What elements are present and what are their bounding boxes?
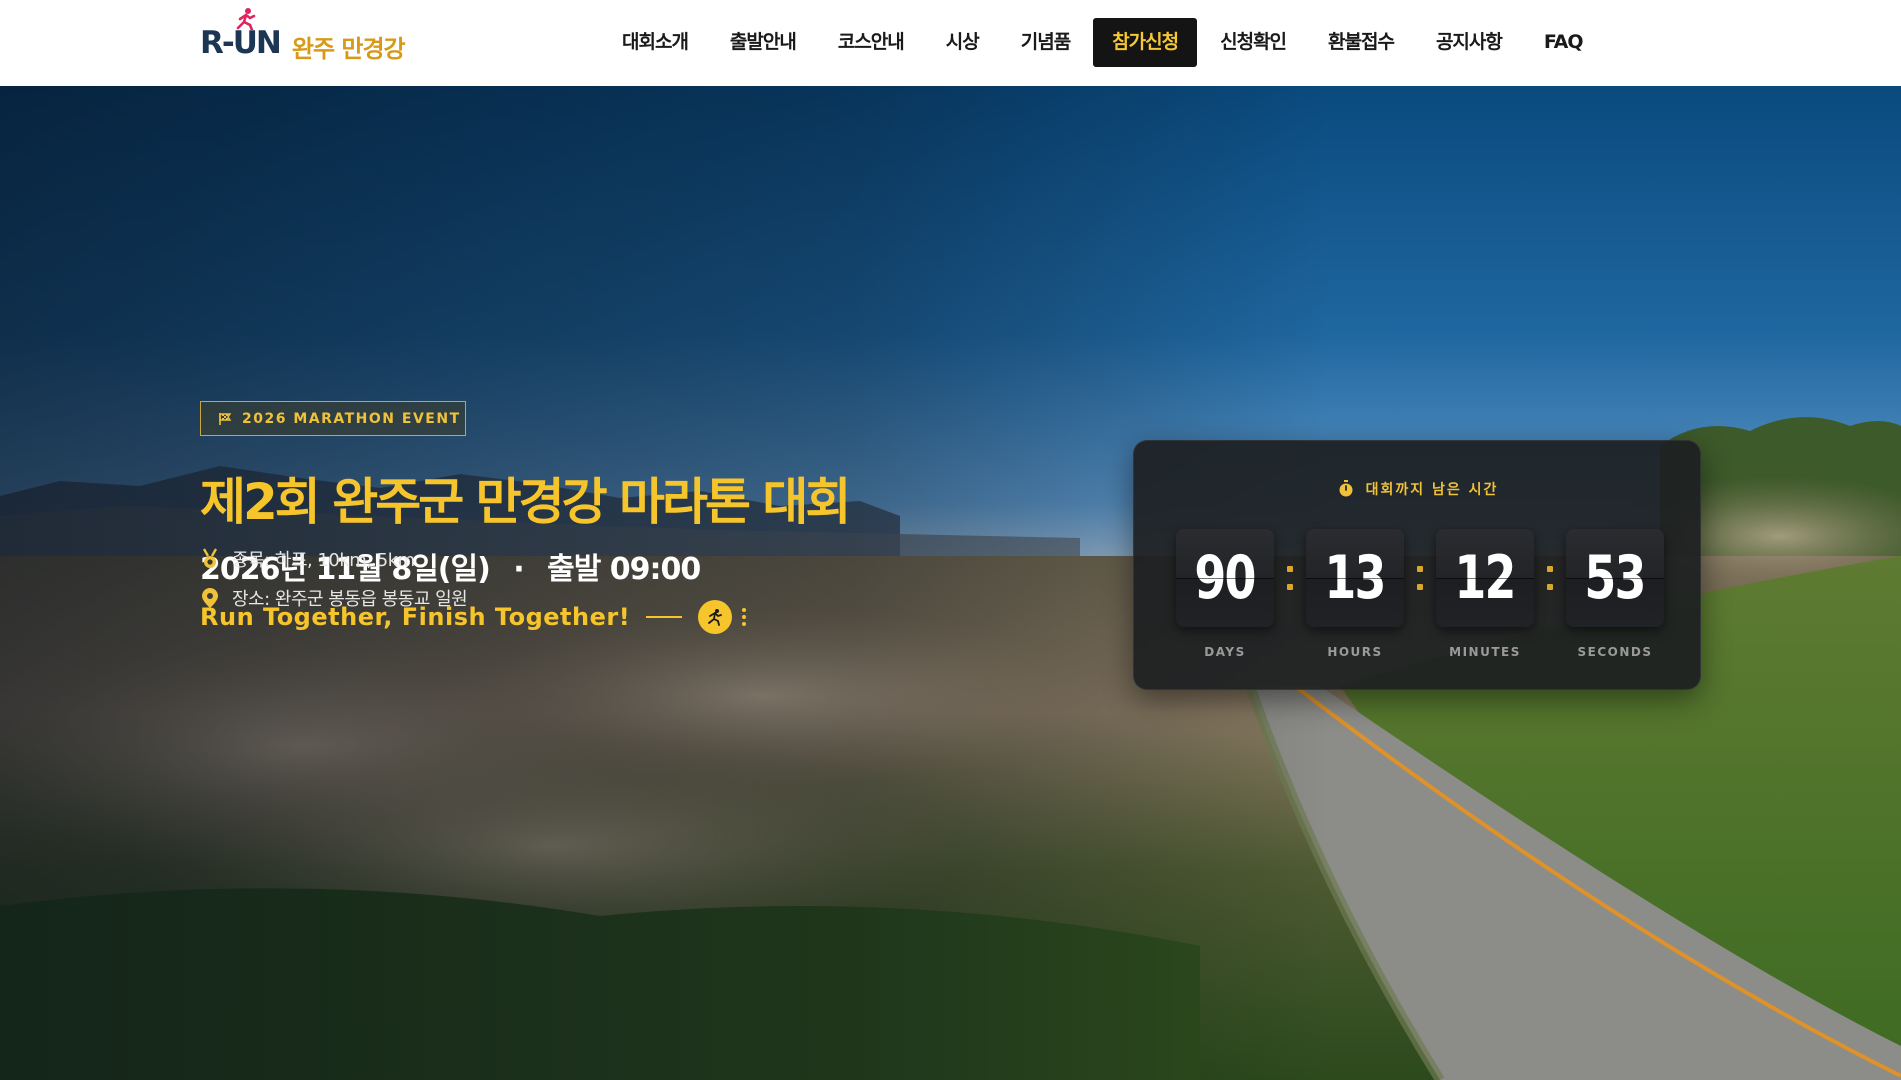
start-time: 출발 09:00: [547, 552, 701, 587]
nav-item-register[interactable]: 참가신청: [1093, 18, 1198, 67]
slogan-line: [646, 616, 683, 618]
stopwatch-icon: [1339, 480, 1353, 497]
location-info-text: 장소: 완주군 봉동읍 봉동교 일원: [232, 589, 468, 610]
main-nav: 대회소개 출발안내 코스안내 시상 기념품 참가신청 신청확인 환불접수 공지사…: [601, 18, 1604, 67]
flag-icon: [219, 412, 232, 425]
map-pin-icon: [202, 588, 218, 608]
countdown-minutes-label: MINUTES: [1449, 645, 1521, 659]
medal-icon: [202, 548, 218, 568]
countdown-days-value: 90: [1194, 543, 1257, 613]
countdown-minutes-box: 12: [1436, 529, 1534, 627]
countdown-seconds-box: 53: [1566, 529, 1664, 627]
countdown-label-text: 대회까지 남은 시간: [1365, 482, 1499, 498]
countdown-days-label: DAYS: [1204, 645, 1246, 659]
hero-title: 제2회 완주군 만경강 마라톤 대회: [200, 473, 851, 531]
nav-item-about[interactable]: 대회소개: [601, 18, 709, 67]
nav-item-notice[interactable]: 공지사항: [1415, 18, 1523, 67]
logo-text: 완주 만경강: [291, 34, 406, 63]
event-badge: 2026 MARATHON EVENT: [200, 401, 466, 436]
nav-item-check-registration[interactable]: 신청확인: [1199, 18, 1307, 67]
countdown-separator: [1280, 529, 1300, 627]
event-info-text: 종목: 하프, 10km, 5km: [232, 550, 415, 571]
nav-item-faq[interactable]: FAQ: [1523, 18, 1604, 67]
site-logo[interactable]: R-UN 완주 만경강: [200, 7, 406, 70]
event-badge-text: 2026 MARATHON EVENT: [242, 410, 461, 427]
event-info-row: 종목: 하프, 10km, 5km: [200, 546, 415, 572]
nav-item-course[interactable]: 코스안내: [817, 18, 925, 67]
countdown-minutes-value: 12: [1454, 543, 1517, 613]
logo-mark: R-UN: [200, 7, 282, 61]
nav-item-awards[interactable]: 시상: [925, 18, 1000, 67]
countdown-panel: 대회까지 남은 시간 90 DAYS 13 HOURS 12 MINUTES 5…: [1133, 440, 1701, 690]
countdown-hours-label: HOURS: [1327, 645, 1383, 659]
countdown-days: 90 DAYS: [1176, 529, 1274, 659]
site-header: R-UN 완주 만경강 대회소개 출발안내 코스안내 시상 기념품 참가신청 신…: [0, 0, 1901, 86]
countdown-hours-box: 13: [1306, 529, 1404, 627]
runner-icon: [698, 600, 733, 634]
slogan-dots: [742, 608, 747, 626]
nav-item-start-guide[interactable]: 출발안내: [709, 18, 817, 67]
countdown-minutes: 12 MINUTES: [1436, 529, 1534, 659]
location-info-row: 장소: 완주군 봉동읍 봉동교 일원: [200, 585, 468, 611]
logo-mark-text: R-UN: [200, 24, 282, 61]
countdown-separator: [1540, 529, 1560, 627]
countdown-separator: [1410, 529, 1430, 627]
countdown-seconds-label: SECONDS: [1577, 645, 1653, 659]
countdown-days-box: 90: [1176, 529, 1274, 627]
logo-runner-icon: [236, 7, 256, 30]
countdown-label: 대회까지 남은 시간: [1134, 479, 1702, 499]
countdown-seconds: 53 SECONDS: [1566, 529, 1664, 659]
countdown-seconds-value: 53: [1584, 543, 1647, 613]
date-separator: ·: [513, 552, 524, 587]
countdown-hours: 13 HOURS: [1306, 529, 1404, 659]
countdown-units: 90 DAYS 13 HOURS 12 MINUTES 53 SECONDS: [1176, 529, 1664, 659]
nav-item-refund[interactable]: 환불접수: [1307, 18, 1415, 67]
nav-item-souvenir[interactable]: 기념품: [1000, 18, 1091, 67]
countdown-hours-value: 13: [1324, 543, 1387, 613]
hero-section: 2026 MARATHON EVENT 제2회 완주군 만경강 마라톤 대회 2…: [0, 86, 1901, 1080]
